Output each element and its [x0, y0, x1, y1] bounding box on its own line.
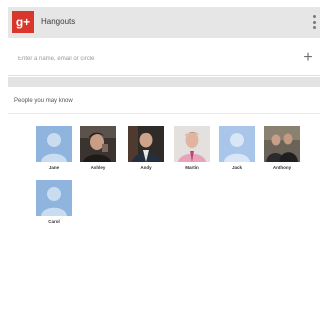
default-avatar-icon [36, 126, 72, 162]
person-name: Jane [48, 165, 60, 170]
profile-photo [128, 126, 164, 162]
person-name: Carol [48, 219, 60, 224]
profile-photo [174, 126, 210, 162]
person-card-martin[interactable]: Martin [174, 126, 210, 174]
default-avatar-icon [219, 126, 255, 162]
person-name: Ashley [90, 165, 106, 170]
profile-photo [80, 126, 116, 162]
person-card-anthony[interactable]: Anthony [264, 126, 300, 174]
hangouts-window: g+ Hangouts + People you may know Jane A… [0, 0, 324, 326]
person-card-jack[interactable]: Jack [219, 126, 255, 174]
person-card-ashley[interactable]: Ashley [80, 126, 116, 174]
person-name: Andy [140, 165, 152, 170]
profile-photo [264, 126, 300, 162]
default-avatar-icon [36, 180, 72, 216]
people-grid: Jane Ashley Andy Martin Jack Anthony Car… [0, 0, 324, 326]
person-card-jane[interactable]: Jane [36, 126, 72, 174]
person-card-carol[interactable]: Carol [36, 180, 72, 228]
person-name: Jack [231, 165, 242, 170]
person-name: Martin [185, 165, 199, 170]
person-name: Anthony [272, 165, 292, 170]
person-card-andy[interactable]: Andy [128, 126, 164, 174]
